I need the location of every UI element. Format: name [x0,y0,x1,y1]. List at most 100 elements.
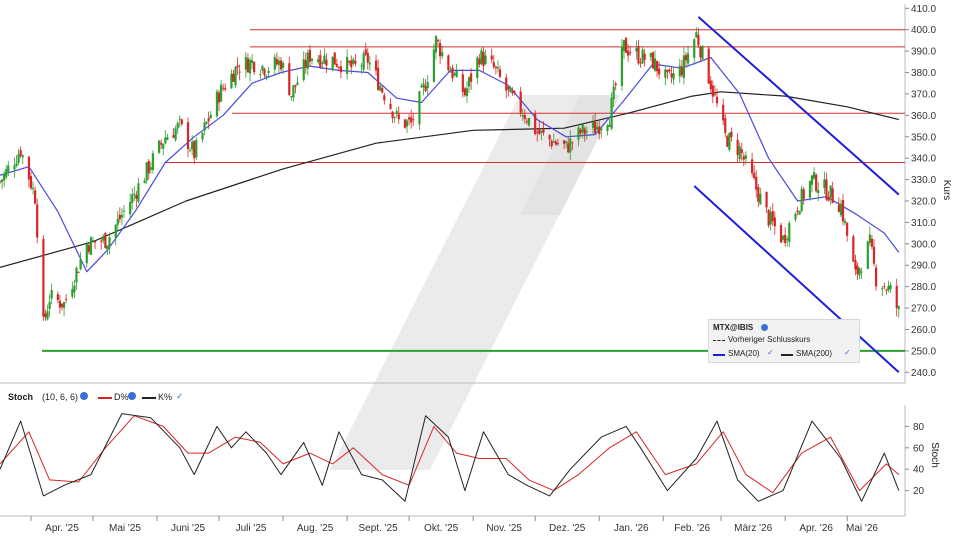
price-tick-label: 330.0 [911,175,936,186]
candle-down [325,59,328,66]
candle-down [377,67,380,90]
candle-up [73,285,76,293]
candle-up [17,154,20,163]
candle-up [203,122,206,131]
candle-up [455,70,458,78]
candle-down [494,66,497,68]
candle-down [815,174,818,192]
candle-down [736,139,739,155]
candle-down [852,236,855,262]
candle-down [519,91,522,113]
candle-down [118,214,121,220]
candle-up [205,121,208,124]
check-icon[interactable]: ✓ [767,348,774,357]
globe-icon[interactable] [128,392,136,400]
time-tick-label: Apr. '25 [45,523,79,534]
globe-icon[interactable] [80,392,88,400]
globe-icon[interactable] [761,324,768,331]
candle-down [658,68,661,75]
price-tick-label: 350.0 [911,132,936,143]
candle-down [410,117,413,123]
candle-down [771,211,774,222]
check-icon[interactable]: ✓ [176,391,184,402]
candle-up [591,122,595,128]
candle-up [195,139,198,158]
candle-down [439,43,442,57]
candle-up [323,55,326,64]
candle-up [432,49,436,82]
candle-down [232,73,235,82]
candle-up [145,162,148,181]
candle-down [837,205,840,213]
channel-upper [697,16,900,196]
candle-up [769,211,772,225]
price-tick-label: 410.0 [911,4,936,15]
candle-up [75,267,78,283]
candle-up [129,201,132,215]
candle-down [773,217,776,227]
candle-up [540,130,543,133]
candle-down [730,131,733,138]
candle-up [393,117,396,119]
candle-up [641,49,644,64]
candle-up [868,234,871,243]
candle-up [379,85,382,91]
candle-up [122,210,126,212]
candle-down [36,204,39,238]
stoch-header: Stoch (10, 6, 6) D% K% ✓ [0,390,905,406]
candle-down [593,121,597,134]
candle-down [802,189,805,200]
candle-up [695,32,698,38]
candle-down [598,126,601,135]
candle-down [624,37,628,53]
candle-up [897,306,900,310]
candle-up [441,52,444,57]
candle-down [77,271,80,273]
candle-up [577,127,580,140]
candle-down [883,286,886,288]
candle-down [841,200,845,222]
check-icon[interactable]: ✓ [844,348,851,357]
price-tick-label: 240.0 [911,368,936,379]
candle-down [135,194,138,199]
k-label: K% [158,392,173,402]
candle-up [157,140,161,153]
candle-down [478,58,481,65]
candle-down [726,136,729,147]
stoch-params: (10, 6, 6) [42,392,79,402]
candle-up [62,302,66,308]
candle-down [337,66,340,68]
candle-down [550,140,553,147]
stoch-tick-label: 80 [913,422,925,433]
candle-up [635,48,638,52]
candle-down [100,240,103,242]
candle-down [172,135,175,138]
candle-down [567,143,570,153]
candle-down [104,232,107,249]
candle-up [881,288,884,290]
candle-down [697,34,700,46]
candle-up [527,117,531,126]
candle-up [887,285,890,291]
candle-down [217,92,221,103]
candle-up [0,179,4,182]
candle-down [707,48,710,84]
candle-down [469,73,473,82]
time-tick-label: Nov. '25 [486,523,522,534]
time-tick-label: Okt. '25 [424,523,459,534]
candle-down [180,119,183,125]
candle-down [451,67,454,79]
candle-up [174,128,177,140]
candle-up [682,55,686,78]
candle-down [236,65,239,68]
candle-up [788,223,791,243]
candle-up [178,118,181,120]
candle-up [116,218,119,225]
candle-up [449,71,452,73]
candle-down [534,113,537,134]
candle-up [166,137,169,140]
candle-up [800,188,803,211]
candle-up [509,87,512,93]
candle-up [759,193,762,205]
candle-down [42,239,45,317]
